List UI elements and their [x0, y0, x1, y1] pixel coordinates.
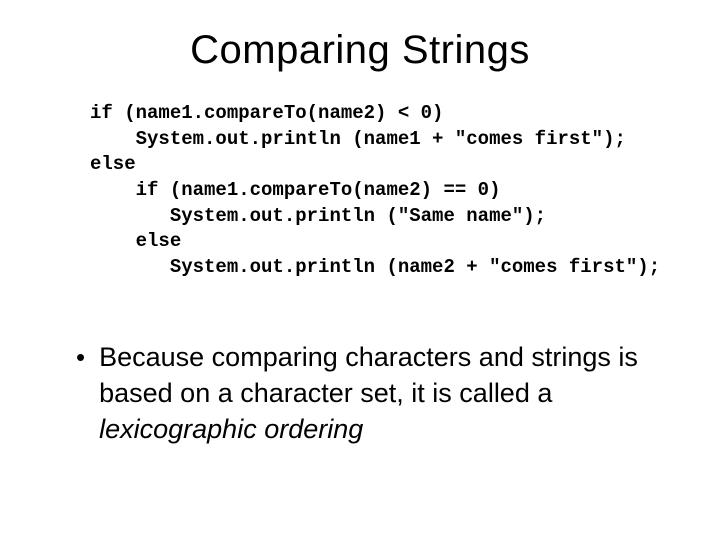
bullet-text: Because comparing characters and strings… — [99, 340, 660, 447]
code-line-6: else — [90, 230, 181, 252]
slide-title: Comparing Strings — [40, 28, 680, 73]
code-line-2: System.out.println (name1 + "comes first… — [90, 128, 626, 150]
code-line-3: else — [90, 153, 136, 175]
bullet-item: • Because comparing characters and strin… — [76, 340, 660, 447]
code-line-4: if (name1.compareTo(name2) == 0) — [90, 179, 500, 201]
bullet-text-italic: lexicographic ordering — [99, 414, 363, 444]
code-line-5: System.out.println ("Same name"); — [90, 205, 546, 227]
bullet-dot-icon: • — [76, 342, 85, 373]
code-line-1: if (name1.compareTo(name2) < 0) — [90, 102, 443, 124]
code-block: if (name1.compareTo(name2) < 0) System.o… — [90, 101, 680, 280]
slide: Comparing Strings if (name1.compareTo(na… — [0, 0, 720, 540]
code-line-7: System.out.println (name2 + "comes first… — [90, 256, 660, 278]
bullet-text-plain: Because comparing characters and strings… — [99, 342, 638, 408]
